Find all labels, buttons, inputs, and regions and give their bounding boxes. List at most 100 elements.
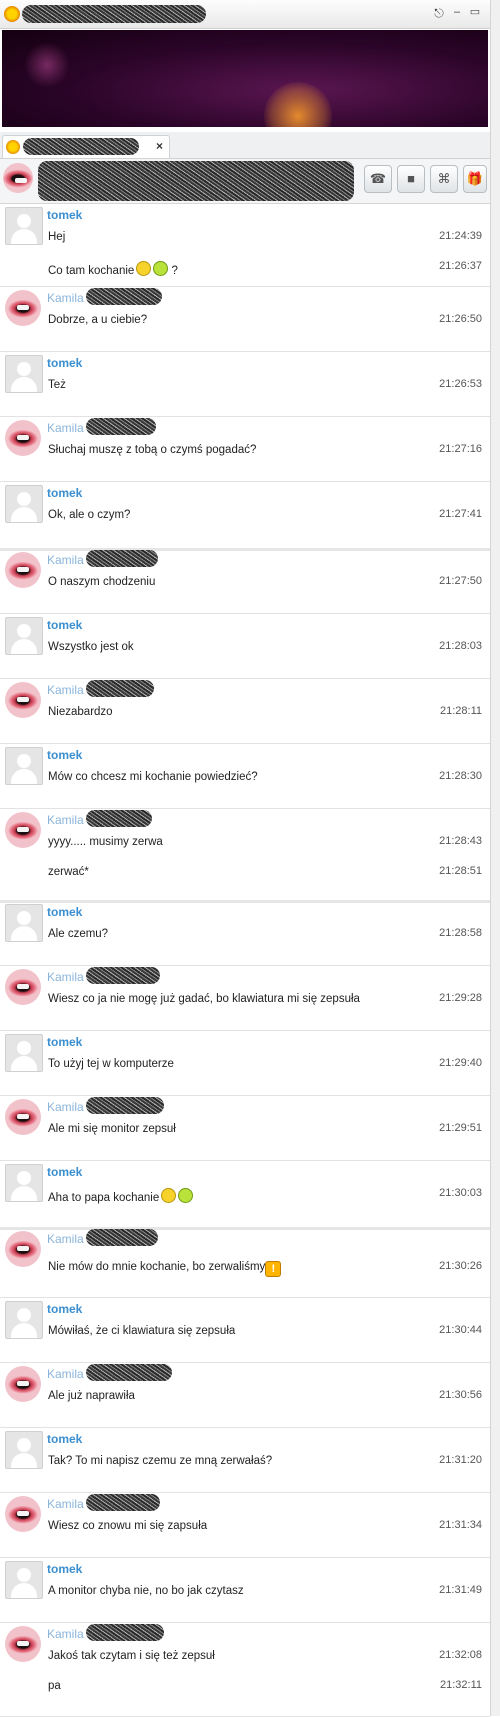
- message-text: pa: [48, 1680, 61, 1692]
- tomek-avatar[interactable]: [5, 1561, 43, 1599]
- message-timestamp: 21:29:51: [439, 1122, 482, 1134]
- message-text: Tak? To mi napisz czemu ze mną zerwałaś?: [48, 1455, 273, 1467]
- message-timestamp: 21:28:51: [439, 865, 482, 877]
- message-text: Co tam kochanie ?: [48, 261, 178, 277]
- sender-name[interactable]: tomek: [47, 905, 82, 919]
- redacted-title: [22, 5, 206, 23]
- kamila-avatar[interactable]: [5, 420, 41, 456]
- sender-name[interactable]: Kamila: [47, 1627, 84, 1641]
- green-smiley-icon: [153, 261, 169, 276]
- tab-conversation[interactable]: ×: [2, 135, 170, 158]
- message-text: Też: [48, 379, 66, 391]
- sender-name[interactable]: Kamila: [47, 1232, 84, 1246]
- redacted-surname: [86, 680, 154, 697]
- message-timestamp: 21:30:44: [439, 1324, 482, 1336]
- message-block: tomek Mówiłaś, że ci klawiatura się zepsu…: [0, 1297, 490, 1363]
- scrollbar[interactable]: [490, 0, 500, 1716]
- kamila-avatar[interactable]: [5, 1099, 41, 1135]
- message-block: Kamila Wiesz co ja nie mogę już gadać, bo…: [0, 965, 490, 1031]
- header-banner: [2, 30, 488, 127]
- message-block: tomek A monitor chyba nie, no bo jak czyt…: [0, 1557, 490, 1623]
- maximize-button[interactable]: ▭: [468, 5, 482, 19]
- video-call-button[interactable]: ■: [397, 165, 425, 193]
- redacted-tab-title: [23, 138, 139, 155]
- message-text: To użyj tej w komputerze: [48, 1058, 174, 1070]
- sender-name[interactable]: tomek: [47, 618, 82, 632]
- message-timestamp: 21:30:26: [439, 1260, 482, 1272]
- tomek-avatar[interactable]: [5, 1164, 43, 1202]
- redacted-surname: [86, 1494, 160, 1511]
- restore-icon[interactable]: ⎋: [432, 6, 446, 20]
- kamila-avatar[interactable]: [5, 1366, 41, 1402]
- tomek-avatar[interactable]: [5, 207, 43, 245]
- message-text: zerwać*: [48, 866, 89, 878]
- sender-name[interactable]: Kamila: [47, 553, 84, 567]
- kamila-avatar[interactable]: [5, 1626, 41, 1662]
- tomek-avatar[interactable]: [5, 485, 43, 523]
- tab-close-button[interactable]: ×: [156, 139, 163, 153]
- kamila-avatar[interactable]: [5, 1231, 41, 1267]
- call-button[interactable]: ☎: [364, 165, 392, 193]
- message-timestamp: 21:32:08: [439, 1649, 482, 1661]
- message-text: Wiesz co ja nie mogę już gadać, bo klawi…: [48, 993, 360, 1005]
- sender-name[interactable]: tomek: [47, 1432, 82, 1446]
- message-text: Wiesz co znowu mi się zapsuła: [48, 1520, 208, 1532]
- tomek-avatar[interactable]: [5, 1301, 43, 1339]
- kamila-avatar[interactable]: [5, 1496, 41, 1532]
- sender-name[interactable]: Kamila: [47, 813, 84, 827]
- sender-name[interactable]: tomek: [47, 1562, 82, 1576]
- redacted-surname: [86, 418, 156, 435]
- message-text: Ok, ale o czym?: [48, 509, 131, 521]
- sender-name[interactable]: tomek: [47, 748, 82, 762]
- tomek-avatar[interactable]: [5, 904, 43, 942]
- tomek-avatar[interactable]: [5, 1431, 43, 1469]
- message-block: tomek Ale czemu? 21:28:58: [0, 900, 490, 966]
- contact-avatar[interactable]: [3, 163, 33, 193]
- kamila-avatar[interactable]: [5, 290, 41, 326]
- redacted-surname: [86, 810, 152, 827]
- message-timestamp: 21:28:11: [439, 705, 482, 717]
- message-text: Wszystko jest ok: [48, 641, 134, 653]
- sender-name[interactable]: tomek: [47, 1302, 82, 1316]
- sender-name[interactable]: Kamila: [47, 683, 84, 697]
- message-timestamp: 21:26:37: [439, 260, 482, 272]
- gift-button[interactable]: 🎁: [463, 165, 487, 193]
- message-block: Kamila Jakoś tak czytam i się też zepsuł 2…: [0, 1622, 490, 1717]
- sender-name[interactable]: tomek: [47, 1165, 82, 1179]
- message-timestamp: 21:31:49: [439, 1584, 482, 1596]
- tomek-avatar[interactable]: [5, 355, 43, 393]
- smiley-icon: [161, 1188, 177, 1203]
- sender-name[interactable]: tomek: [47, 1035, 82, 1049]
- tomek-avatar[interactable]: [5, 1034, 43, 1072]
- sender-name[interactable]: Kamila: [47, 291, 84, 305]
- kamila-avatar[interactable]: [5, 682, 41, 718]
- message-timestamp: 21:29:28: [439, 992, 482, 1004]
- minimize-button[interactable]: –: [450, 5, 464, 19]
- sender-name[interactable]: Kamila: [47, 970, 84, 984]
- redacted-surname: [86, 288, 162, 305]
- sender-name[interactable]: tomek: [47, 356, 82, 370]
- kamila-avatar[interactable]: [5, 969, 41, 1005]
- message-text: Aha to papa kochanie: [48, 1188, 194, 1204]
- sender-name[interactable]: Kamila: [47, 421, 84, 435]
- message-text: Mówiłaś, że ci klawiatura się zepsuła: [48, 1325, 236, 1337]
- tomek-avatar[interactable]: [5, 617, 43, 655]
- message-block: tomek Hej 21:24:39 Co tam kochanie ? 21:26:3…: [0, 203, 490, 287]
- message-block: tomek Ok, ale o czym? 21:27:41: [0, 481, 490, 551]
- kamila-avatar[interactable]: [5, 552, 41, 588]
- sender-name[interactable]: Kamila: [47, 1497, 84, 1511]
- sender-name[interactable]: Kamila: [47, 1367, 84, 1381]
- tomek-avatar[interactable]: [5, 747, 43, 785]
- warning-emoticon-icon: !: [265, 1261, 282, 1277]
- message-timestamp: 21:30:03: [439, 1187, 482, 1199]
- app-logo-icon: [4, 6, 20, 22]
- message-text: O naszym chodzeniu: [48, 576, 156, 588]
- message-block: tomek To użyj tej w komputerze 21:29:40: [0, 1030, 490, 1096]
- kamila-avatar[interactable]: [5, 812, 41, 848]
- sender-name[interactable]: Kamila: [47, 1100, 84, 1114]
- sender-name[interactable]: tomek: [47, 486, 82, 500]
- message-text: Nie mów do mnie kochanie, bo zerwaliśmy!: [48, 1261, 282, 1277]
- message-timestamp: 21:32:11: [439, 1679, 482, 1691]
- sender-name[interactable]: tomek: [47, 208, 82, 222]
- games-button[interactable]: ⌘: [430, 165, 458, 193]
